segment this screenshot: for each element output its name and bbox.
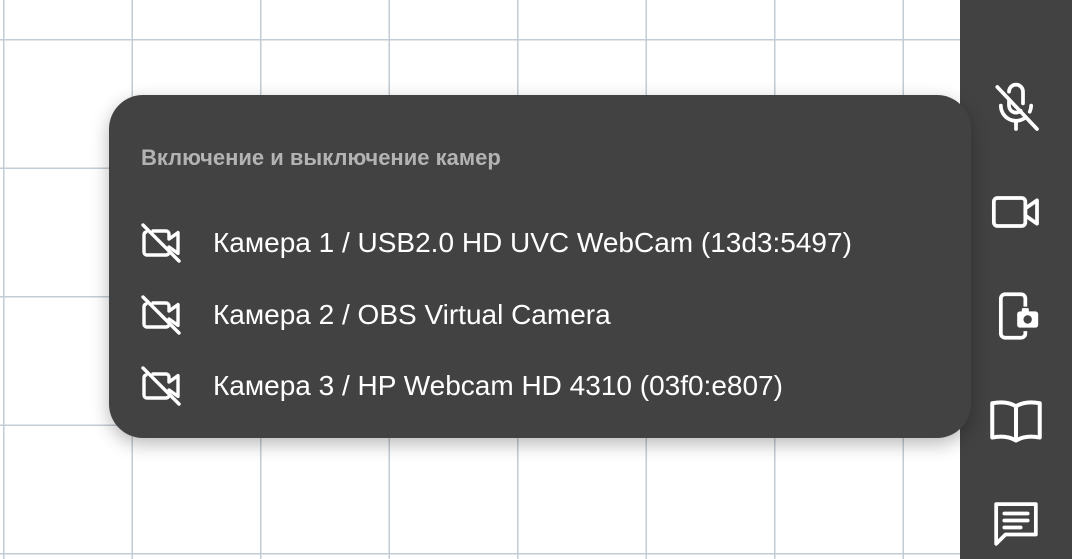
popup-title: Включение и выключение камер — [141, 145, 501, 170]
videocam-icon — [988, 184, 1044, 240]
camera-item-2[interactable]: Камера 2 / OBS Virtual Camera — [135, 287, 955, 343]
videocam-off-icon — [135, 360, 187, 412]
camera-item-1[interactable]: Камера 1 / USB2.0 HD UVC WebCam (13d3:54… — [135, 215, 955, 271]
camera-item-label: Камера 1 / USB2.0 HD UVC WebCam (13d3:54… — [213, 227, 852, 258]
phone-camera-button[interactable] — [984, 284, 1048, 348]
camera-item-3[interactable]: Камера 3 / HP Webcam HD 4310 (03f0:e807) — [135, 358, 955, 414]
mic-off-icon — [988, 80, 1044, 136]
videocam-off-icon — [135, 217, 187, 269]
camera-toggle-button[interactable] — [984, 180, 1048, 244]
videocam-off-icon — [135, 289, 187, 341]
book-icon — [986, 390, 1046, 450]
camera-item-label: Камера 2 / OBS Virtual Camera — [213, 299, 611, 330]
side-toolbar — [960, 0, 1072, 559]
chat-button[interactable] — [984, 492, 1048, 556]
microphone-toggle-button[interactable] — [984, 76, 1048, 140]
camera-item-label: Камера 3 / HP Webcam HD 4310 (03f0:e807) — [213, 370, 783, 401]
chat-icon — [988, 496, 1044, 552]
camera-toggle-popup: Включение и выключение камер Камера 1 / … — [109, 95, 971, 438]
phone-camera-icon — [988, 288, 1044, 344]
book-button[interactable] — [984, 388, 1048, 452]
